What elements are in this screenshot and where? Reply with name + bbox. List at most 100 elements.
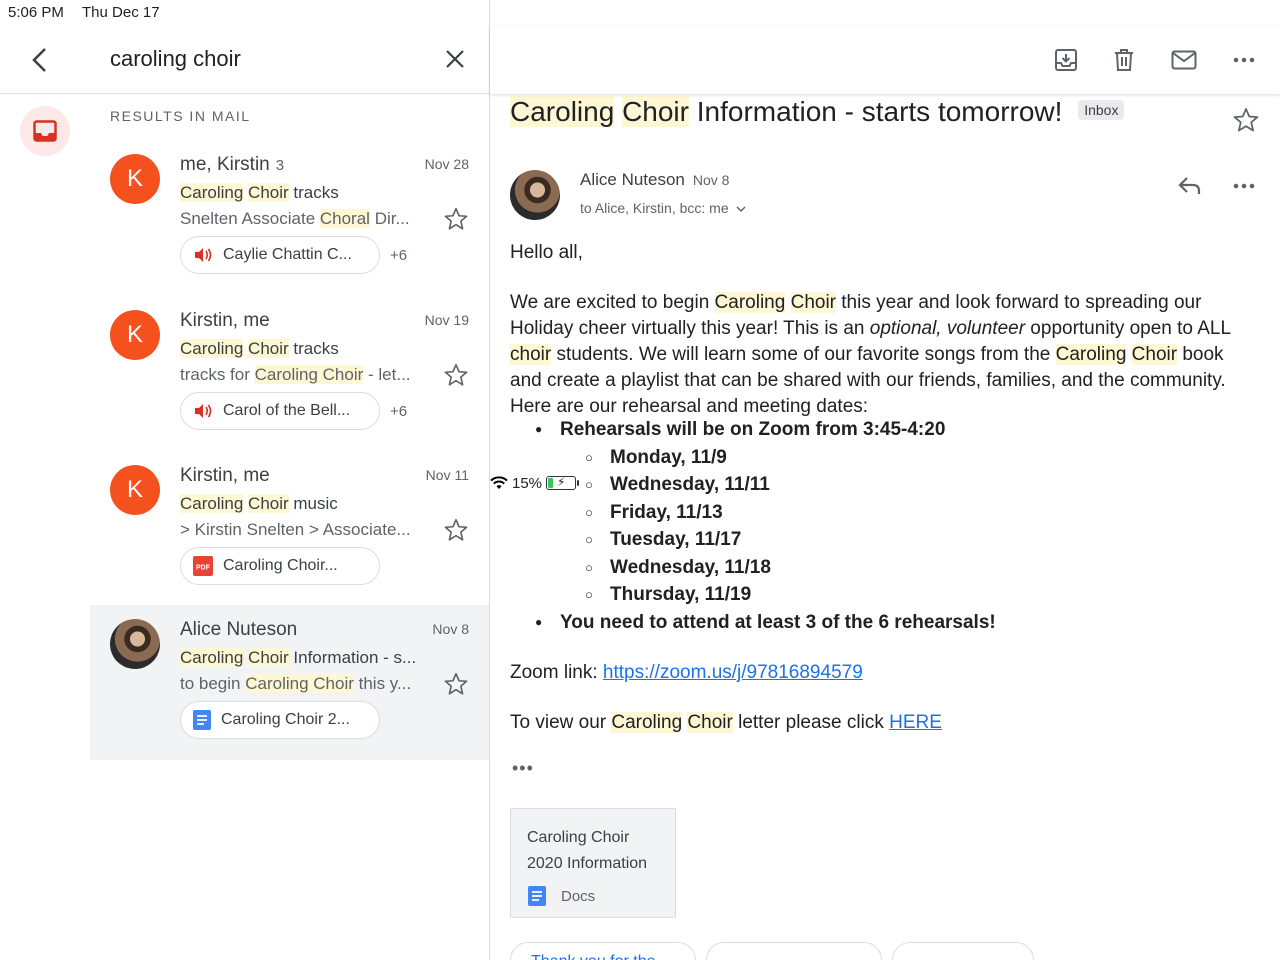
subject-text: Information - starts tomorrow! (688, 96, 1063, 127)
subject-highlight: Choir (622, 96, 689, 127)
search-results-pane: caroling choir RESULTS IN MAIL K me, Kir… (0, 0, 490, 960)
recipients-line[interactable]: to Alice, Kirstin, bcc: me (580, 200, 746, 216)
more-attachments-count: +6 (390, 247, 408, 264)
audio-icon (195, 404, 212, 418)
star-icon[interactable] (443, 206, 469, 232)
letter-link[interactable]: HERE (889, 712, 942, 733)
thread-date: Nov 11 (425, 467, 469, 483)
delete-button[interactable] (1108, 44, 1140, 76)
attachment-chip-label: Caroling Choir 2... (221, 711, 350, 728)
letter-line: To view our Caroling Choir letter please… (510, 712, 942, 733)
mail-icon (1171, 50, 1197, 70)
sender-avatar: K (110, 154, 160, 204)
thread-sender: Alice Nuteson (180, 619, 298, 640)
smart-reply-row: Thank you for the... (510, 942, 1034, 960)
svg-text:PDF: PDF (196, 565, 211, 572)
clear-search-button[interactable] (438, 42, 472, 76)
chevron-down-icon (735, 206, 746, 213)
thread-row[interactable]: K Kirstin, me Nov 19 Caroling Choir trac… (90, 296, 489, 451)
sender-avatar[interactable] (510, 170, 560, 220)
attachment-card[interactable]: Caroling Choir 2020 Information Docs (510, 808, 676, 918)
rehearsal-dates: Monday, 11/9Wednesday, 11/11Friday, 11/1… (560, 444, 1260, 609)
sender-avatar: K (110, 465, 160, 515)
star-icon[interactable] (443, 671, 469, 697)
thread-subject: Caroling Choir Information - s... (180, 648, 417, 667)
thread-subject: Caroling Choir music (180, 494, 338, 513)
attendance-bullet: You need to attend at least 3 of the 6 r… (510, 609, 1260, 637)
results-heading: RESULTS IN MAIL (110, 108, 251, 124)
attachment-chip[interactable]: Caroling Choir 2... (180, 701, 380, 739)
back-button[interactable] (22, 42, 58, 78)
archive-button[interactable] (1050, 44, 1082, 76)
rehearsal-date: Wednesday, 11/11 (560, 471, 1260, 499)
thread-snippet: to begin Caroling Choir this y... (180, 674, 412, 693)
thread-date: Nov 28 (424, 156, 469, 172)
thread-row[interactable]: K Kirstin, me Nov 11 Caroling Choir musi… (90, 451, 489, 606)
subject-highlight: Caroling (510, 96, 615, 127)
thread-snippet: tracks for Caroling Choir - let... (180, 365, 411, 384)
star-icon[interactable] (443, 517, 469, 543)
inbox-icon (33, 120, 57, 142)
thread-sender: Kirstin, me (180, 465, 270, 486)
trash-icon (1115, 49, 1133, 71)
sender-name[interactable]: Alice Nuteson (580, 170, 685, 189)
star-icon[interactable] (443, 362, 469, 388)
rehearsal-date: Friday, 11/13 (560, 499, 1260, 527)
close-icon (446, 50, 464, 68)
inbox-rail-button[interactable] (20, 106, 70, 156)
rehearsal-date: Wednesday, 11/18 (560, 554, 1260, 582)
docs-icon (528, 886, 546, 906)
more-options-button[interactable] (1228, 44, 1260, 76)
inbox-label-badge[interactable]: Inbox (1078, 99, 1125, 120)
sender-line: Alice Nuteson Nov 8 (580, 170, 729, 190)
sender-avatar: K (110, 310, 160, 360)
attachment-chip[interactable]: Caylie Chattin C... (180, 236, 380, 274)
thread-row[interactable]: Alice Nuteson Nov 8 Caroling Choir Infor… (90, 605, 489, 760)
message-body: Hello all, We are excited to begin Carol… (510, 240, 1260, 760)
star-icon[interactable] (1232, 106, 1260, 134)
thread-subject: Caroling Choir tracks (180, 183, 339, 202)
attachment-chip-label: Caylie Chattin C... (223, 246, 352, 263)
attachment-chip-label: Caroling Choir... (223, 557, 338, 574)
body-paragraph: We are excited to begin Caroling Choir t… (510, 292, 1231, 417)
docs-icon (193, 710, 211, 730)
thread-sender: me, Kirstin 3 (180, 154, 285, 175)
smart-reply-chip[interactable]: Thank you for the... (510, 942, 696, 960)
attachment-chip-label: Carol of the Bell... (223, 402, 351, 419)
smart-reply-chip[interactable] (892, 942, 1034, 960)
smart-reply-chip[interactable] (706, 942, 882, 960)
audio-icon (195, 248, 212, 262)
reply-icon[interactable] (1176, 172, 1204, 200)
sender-avatar (110, 619, 160, 669)
rehearsal-bullet: Rehearsals will be on Zoom from 3:45-4:2… (510, 416, 1260, 609)
rehearsal-date: Monday, 11/9 (560, 444, 1260, 472)
rehearsal-date: Thursday, 11/19 (560, 581, 1260, 609)
zoom-line: Zoom link: https://zoom.us/j/97816894579 (510, 662, 863, 683)
pdf-icon: PDF (193, 556, 213, 576)
thread-row[interactable]: K me, Kirstin 3 Nov 28 Caroling Choir tra… (90, 140, 489, 295)
mark-unread-button[interactable] (1168, 44, 1200, 76)
message-toolbar (490, 26, 1280, 94)
thread-snippet: Snelten Associate Choral Dir... (180, 209, 410, 228)
attachment-chip[interactable]: Carol of the Bell... (180, 392, 380, 430)
attachment-chip[interactable]: PDF Caroling Choir... (180, 547, 380, 585)
back-arrow-icon (32, 48, 46, 72)
recipients-text: to Alice, Kirstin, bcc: me (580, 200, 729, 216)
message-date: Nov 8 (692, 172, 730, 188)
zoom-link[interactable]: https://zoom.us/j/97816894579 (603, 662, 863, 683)
message-pane: Caroling Choir Information - starts tomo… (490, 0, 1280, 960)
rehearsal-date: Tuesday, 11/17 (560, 526, 1260, 554)
message-subject: Caroling Choir Information - starts tomo… (510, 96, 1125, 128)
show-trimmed-content-button[interactable]: ••• (512, 758, 534, 779)
thread-date: Nov 8 (432, 621, 469, 637)
attachment-title: Caroling Choir 2020 Information (527, 829, 648, 872)
search-input[interactable]: caroling choir (110, 46, 241, 72)
more-attachments-count: +6 (390, 403, 408, 420)
thread-snippet: > Kirstin Snelten > Associate... (180, 520, 411, 539)
thread-count: 3 (275, 157, 285, 174)
search-bar: caroling choir (0, 26, 489, 94)
archive-icon (1055, 49, 1077, 71)
thread-sender: Kirstin, me (180, 310, 270, 331)
thread-subject: Caroling Choir tracks (180, 339, 339, 358)
message-more-icon[interactable] (1230, 172, 1258, 200)
